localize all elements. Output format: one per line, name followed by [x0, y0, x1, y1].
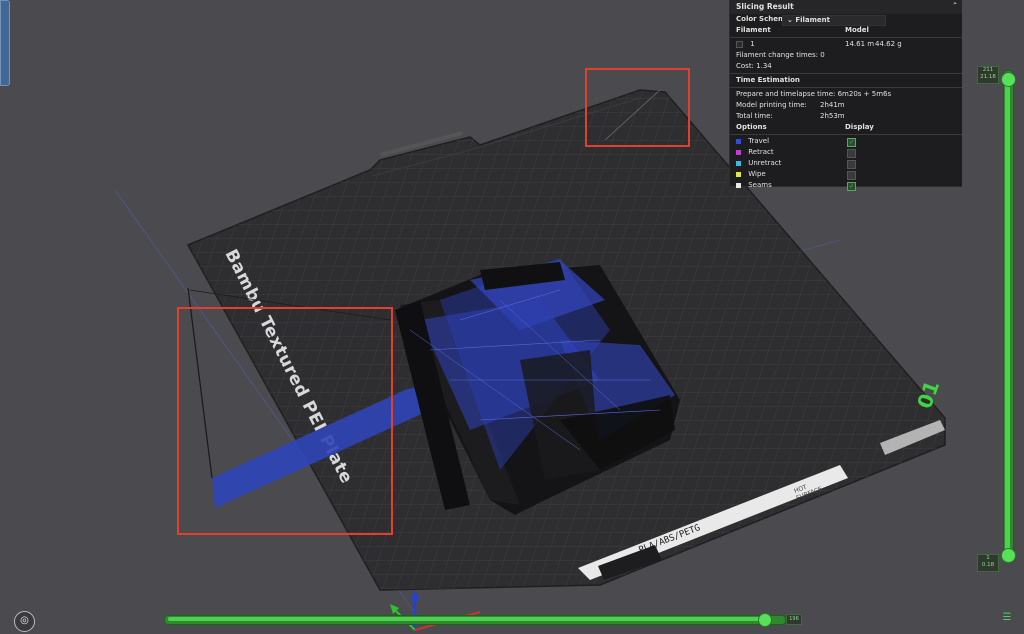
display-header: Display — [845, 123, 874, 131]
option-row-retract: Retract — [730, 147, 962, 158]
move-slider-fill — [168, 617, 764, 621]
collapse-chevron-icon[interactable]: ˆ — [953, 0, 957, 14]
top-layer-label: 211 21.18 — [977, 66, 999, 84]
time-header: Time Estimation — [736, 76, 800, 84]
travel-display-checkbox[interactable]: ✓ — [847, 138, 856, 147]
change-times-value: 0 — [820, 51, 825, 59]
view-reset-icon[interactable]: ◎ — [14, 611, 35, 632]
top-layer-height: 21.18 — [980, 74, 996, 80]
prepare-label: Prepare and timelapse time: — [736, 90, 836, 98]
option-label: Retract — [748, 148, 774, 156]
slicing-result-panel: Slicing Result ˆ Color Scheme ⌄ Filament… — [729, 0, 962, 191]
option-row-travel: Travel ✓ — [730, 136, 962, 147]
option-label: Unretract — [748, 159, 782, 167]
layer-slider-lower-thumb[interactable] — [1001, 548, 1016, 563]
filament-model-header: Filament Model — [730, 25, 962, 36]
option-label: Travel — [748, 137, 770, 145]
model-time-value: 2h41m — [820, 101, 845, 109]
chevron-down-icon: ⌄ — [787, 16, 793, 24]
seams-color-swatch — [736, 182, 741, 188]
option-row-wipe: Wipe — [730, 169, 962, 180]
prepare-time-row: Prepare and timelapse time: 6m20s + 5m6s — [730, 89, 962, 100]
color-scheme-row: Color Scheme ⌄ Filament — [730, 14, 962, 26]
options-header-row: Options Display — [730, 122, 962, 133]
move-slider-thumb[interactable] — [757, 613, 772, 627]
model-time-row: Model printing time: 2h41m — [730, 100, 962, 111]
wipe-color-swatch — [736, 171, 741, 177]
options-header: Options — [736, 123, 767, 131]
panel-header: Slicing Result ˆ — [730, 0, 962, 14]
total-label: Total time: — [736, 112, 773, 120]
left-collapse-tab[interactable] — [0, 0, 10, 86]
color-scheme-value: Filament — [795, 16, 830, 24]
wipe-display-checkbox[interactable] — [847, 171, 856, 180]
unretract-color-swatch — [736, 160, 741, 166]
layers-icon[interactable]: ☰ — [1001, 612, 1013, 624]
cost-value: 1.34 — [756, 62, 772, 70]
filament-header: Filament — [736, 26, 771, 34]
model-header: Model — [845, 26, 869, 34]
model-weight: 44.62 g — [875, 40, 902, 48]
model-time-label: Model printing time: — [736, 101, 807, 109]
cost-row: Cost: 1.34 — [730, 61, 962, 72]
prepare-value: 6m20s + 5m6s — [837, 90, 892, 98]
bottom-layer-number: 1 — [986, 555, 990, 561]
option-label: Wipe — [748, 170, 766, 178]
total-value: 2h53m — [820, 112, 845, 120]
option-label: Seams — [748, 181, 772, 189]
filament-row: 1 14.61 m 44.62 g — [730, 39, 962, 50]
bottom-layer-label: 1 0.18 — [977, 554, 999, 572]
total-time-row: Total time: 2h53m — [730, 111, 962, 122]
seams-display-checkbox[interactable]: ✓ — [847, 182, 856, 191]
cost-label: Cost: — [736, 62, 754, 70]
unretract-display-checkbox[interactable] — [847, 160, 856, 169]
filament-color-swatch — [736, 40, 743, 48]
option-row-seams: Seams ✓ — [730, 180, 962, 191]
layer-slider-upper-thumb[interactable] — [1001, 72, 1016, 87]
change-times-label: Filament change times: — [736, 51, 819, 59]
retract-display-checkbox[interactable] — [847, 149, 856, 158]
bottom-layer-height: 0.18 — [981, 562, 995, 568]
change-times-row: Filament change times: 0 — [730, 50, 962, 61]
travel-color-swatch — [736, 138, 741, 144]
time-estimation-header: Time Estimation — [730, 75, 962, 86]
travel-line — [187, 287, 213, 479]
top-layer-number: 211 — [982, 67, 994, 73]
model-length: 14.61 m — [845, 40, 875, 48]
filament-index: 1 — [750, 40, 755, 48]
panel-title: Slicing Result — [736, 2, 794, 11]
option-row-unretract: Unretract — [730, 158, 962, 169]
layer-slider-fill — [1005, 78, 1010, 554]
move-slider-value: 196 — [786, 614, 802, 625]
retract-color-swatch — [736, 149, 741, 155]
